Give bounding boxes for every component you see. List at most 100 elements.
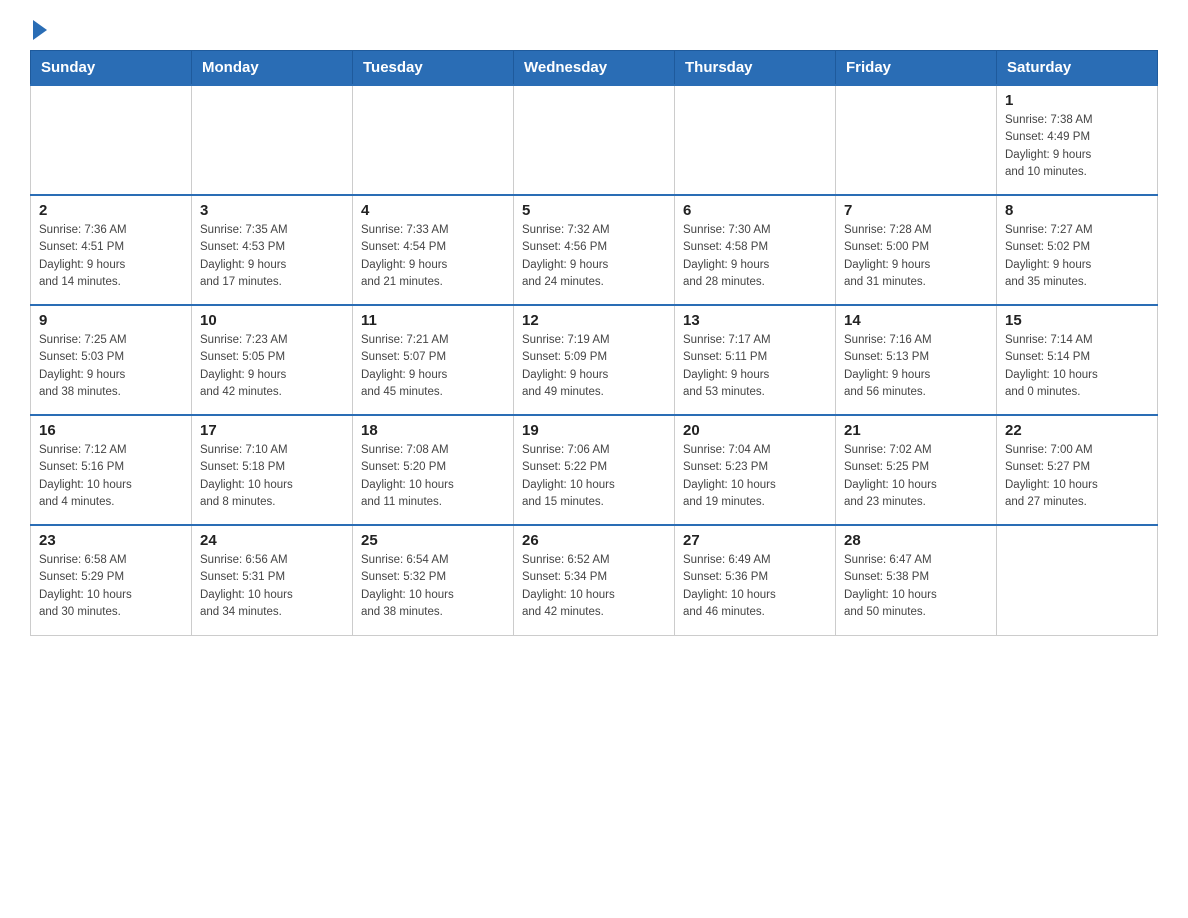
day-number: 5: [522, 202, 666, 219]
day-info: Sunrise: 7:28 AM Sunset: 5:00 PM Dayligh…: [844, 222, 988, 291]
weekday-header-tuesday: Tuesday: [353, 51, 514, 86]
day-number: 19: [522, 422, 666, 439]
day-info: Sunrise: 7:30 AM Sunset: 4:58 PM Dayligh…: [683, 222, 827, 291]
day-number: 1: [1005, 92, 1149, 109]
calendar-cell: 27 Sunrise: 6:49 AM Sunset: 5:36 PM Dayli…: [675, 525, 836, 635]
calendar-week-row: 16 Sunrise: 7:12 AM Sunset: 5:16 PM Dayli…: [31, 415, 1158, 525]
page-header: [30, 20, 1158, 40]
day-number: 21: [844, 422, 988, 439]
calendar-cell: 16 Sunrise: 7:12 AM Sunset: 5:16 PM Dayli…: [31, 415, 192, 525]
day-info: Sunrise: 7:06 AM Sunset: 5:22 PM Dayligh…: [522, 442, 666, 511]
day-number: 7: [844, 202, 988, 219]
day-number: 4: [361, 202, 505, 219]
day-number: 27: [683, 532, 827, 549]
weekday-header-saturday: Saturday: [997, 51, 1158, 86]
calendar-cell: 5 Sunrise: 7:32 AM Sunset: 4:56 PM Daylig…: [514, 195, 675, 305]
calendar-cell: [192, 85, 353, 195]
day-info: Sunrise: 7:27 AM Sunset: 5:02 PM Dayligh…: [1005, 222, 1149, 291]
day-number: 22: [1005, 422, 1149, 439]
day-info: Sunrise: 7:38 AM Sunset: 4:49 PM Dayligh…: [1005, 112, 1149, 181]
day-info: Sunrise: 7:12 AM Sunset: 5:16 PM Dayligh…: [39, 442, 183, 511]
weekday-header-wednesday: Wednesday: [514, 51, 675, 86]
calendar-cell: 12 Sunrise: 7:19 AM Sunset: 5:09 PM Dayli…: [514, 305, 675, 415]
day-info: Sunrise: 7:17 AM Sunset: 5:11 PM Dayligh…: [683, 332, 827, 401]
day-info: Sunrise: 7:35 AM Sunset: 4:53 PM Dayligh…: [200, 222, 344, 291]
calendar-week-row: 2Sunrise: 7:36 AM Sunset: 4:51 PM Daylig…: [31, 195, 1158, 305]
calendar-cell: 2Sunrise: 7:36 AM Sunset: 4:51 PM Daylig…: [31, 195, 192, 305]
day-number: 8: [1005, 202, 1149, 219]
calendar-week-row: 1 Sunrise: 7:38 AM Sunset: 4:49 PM Daylig…: [31, 85, 1158, 195]
calendar-cell: 4 Sunrise: 7:33 AM Sunset: 4:54 PM Daylig…: [353, 195, 514, 305]
calendar-cell: 28 Sunrise: 6:47 AM Sunset: 5:38 PM Dayli…: [836, 525, 997, 635]
day-number: 12: [522, 312, 666, 329]
day-info: Sunrise: 6:49 AM Sunset: 5:36 PM Dayligh…: [683, 552, 827, 621]
day-number: 18: [361, 422, 505, 439]
weekday-header-monday: Monday: [192, 51, 353, 86]
calendar-cell: 10Sunrise: 7:23 AM Sunset: 5:05 PM Dayli…: [192, 305, 353, 415]
calendar-cell: 22Sunrise: 7:00 AM Sunset: 5:27 PM Dayli…: [997, 415, 1158, 525]
calendar-cell: 21 Sunrise: 7:02 AM Sunset: 5:25 PM Dayli…: [836, 415, 997, 525]
calendar-cell: 13 Sunrise: 7:17 AM Sunset: 5:11 PM Dayli…: [675, 305, 836, 415]
calendar-cell: 9 Sunrise: 7:25 AM Sunset: 5:03 PM Daylig…: [31, 305, 192, 415]
calendar-cell: 6 Sunrise: 7:30 AM Sunset: 4:58 PM Daylig…: [675, 195, 836, 305]
day-info: Sunrise: 7:32 AM Sunset: 4:56 PM Dayligh…: [522, 222, 666, 291]
day-info: Sunrise: 7:10 AM Sunset: 5:18 PM Dayligh…: [200, 442, 344, 511]
calendar-week-row: 9 Sunrise: 7:25 AM Sunset: 5:03 PM Daylig…: [31, 305, 1158, 415]
logo-triangle-icon: [33, 20, 47, 40]
day-number: 3: [200, 202, 344, 219]
calendar-week-row: 23 Sunrise: 6:58 AM Sunset: 5:29 PM Dayli…: [31, 525, 1158, 635]
calendar-cell: [997, 525, 1158, 635]
calendar-cell: [836, 85, 997, 195]
calendar-cell: 23 Sunrise: 6:58 AM Sunset: 5:29 PM Dayli…: [31, 525, 192, 635]
day-info: Sunrise: 7:02 AM Sunset: 5:25 PM Dayligh…: [844, 442, 988, 511]
day-number: 9: [39, 312, 183, 329]
day-number: 13: [683, 312, 827, 329]
calendar-cell: 24Sunrise: 6:56 AM Sunset: 5:31 PM Dayli…: [192, 525, 353, 635]
day-info: Sunrise: 6:54 AM Sunset: 5:32 PM Dayligh…: [361, 552, 505, 621]
day-info: Sunrise: 7:04 AM Sunset: 5:23 PM Dayligh…: [683, 442, 827, 511]
calendar-cell: [514, 85, 675, 195]
day-info: Sunrise: 7:36 AM Sunset: 4:51 PM Dayligh…: [39, 222, 183, 291]
calendar-cell: 20 Sunrise: 7:04 AM Sunset: 5:23 PM Dayli…: [675, 415, 836, 525]
day-number: 20: [683, 422, 827, 439]
calendar-cell: 1 Sunrise: 7:38 AM Sunset: 4:49 PM Daylig…: [997, 85, 1158, 195]
day-info: Sunrise: 7:21 AM Sunset: 5:07 PM Dayligh…: [361, 332, 505, 401]
day-number: 24: [200, 532, 344, 549]
day-info: Sunrise: 7:16 AM Sunset: 5:13 PM Dayligh…: [844, 332, 988, 401]
calendar-cell: 7 Sunrise: 7:28 AM Sunset: 5:00 PM Daylig…: [836, 195, 997, 305]
day-number: 28: [844, 532, 988, 549]
day-info: Sunrise: 7:19 AM Sunset: 5:09 PM Dayligh…: [522, 332, 666, 401]
logo: [30, 20, 47, 40]
day-number: 25: [361, 532, 505, 549]
calendar-cell: 15 Sunrise: 7:14 AM Sunset: 5:14 PM Dayli…: [997, 305, 1158, 415]
day-info: Sunrise: 6:47 AM Sunset: 5:38 PM Dayligh…: [844, 552, 988, 621]
day-info: Sunrise: 7:33 AM Sunset: 4:54 PM Dayligh…: [361, 222, 505, 291]
day-info: Sunrise: 7:25 AM Sunset: 5:03 PM Dayligh…: [39, 332, 183, 401]
day-info: Sunrise: 6:58 AM Sunset: 5:29 PM Dayligh…: [39, 552, 183, 621]
day-info: Sunrise: 7:08 AM Sunset: 5:20 PM Dayligh…: [361, 442, 505, 511]
calendar-cell: 26 Sunrise: 6:52 AM Sunset: 5:34 PM Dayli…: [514, 525, 675, 635]
day-number: 26: [522, 532, 666, 549]
calendar-cell: 14 Sunrise: 7:16 AM Sunset: 5:13 PM Dayli…: [836, 305, 997, 415]
weekday-header-row: SundayMondayTuesdayWednesdayThursdayFrid…: [31, 51, 1158, 86]
weekday-header-thursday: Thursday: [675, 51, 836, 86]
day-number: 23: [39, 532, 183, 549]
weekday-header-friday: Friday: [836, 51, 997, 86]
day-number: 15: [1005, 312, 1149, 329]
calendar-cell: 8 Sunrise: 7:27 AM Sunset: 5:02 PM Daylig…: [997, 195, 1158, 305]
calendar-cell: 17Sunrise: 7:10 AM Sunset: 5:18 PM Dayli…: [192, 415, 353, 525]
calendar-cell: 11 Sunrise: 7:21 AM Sunset: 5:07 PM Dayli…: [353, 305, 514, 415]
calendar-cell: [353, 85, 514, 195]
calendar-cell: 3 Sunrise: 7:35 AM Sunset: 4:53 PM Daylig…: [192, 195, 353, 305]
calendar-cell: 19 Sunrise: 7:06 AM Sunset: 5:22 PM Dayli…: [514, 415, 675, 525]
calendar-cell: 25 Sunrise: 6:54 AM Sunset: 5:32 PM Dayli…: [353, 525, 514, 635]
day-info: Sunrise: 7:23 AM Sunset: 5:05 PM Dayligh…: [200, 332, 344, 401]
calendar-cell: [31, 85, 192, 195]
calendar-cell: [675, 85, 836, 195]
day-info: Sunrise: 7:14 AM Sunset: 5:14 PM Dayligh…: [1005, 332, 1149, 401]
day-info: Sunrise: 6:52 AM Sunset: 5:34 PM Dayligh…: [522, 552, 666, 621]
day-number: 14: [844, 312, 988, 329]
day-number: 11: [361, 312, 505, 329]
day-number: 6: [683, 202, 827, 219]
day-number: 16: [39, 422, 183, 439]
